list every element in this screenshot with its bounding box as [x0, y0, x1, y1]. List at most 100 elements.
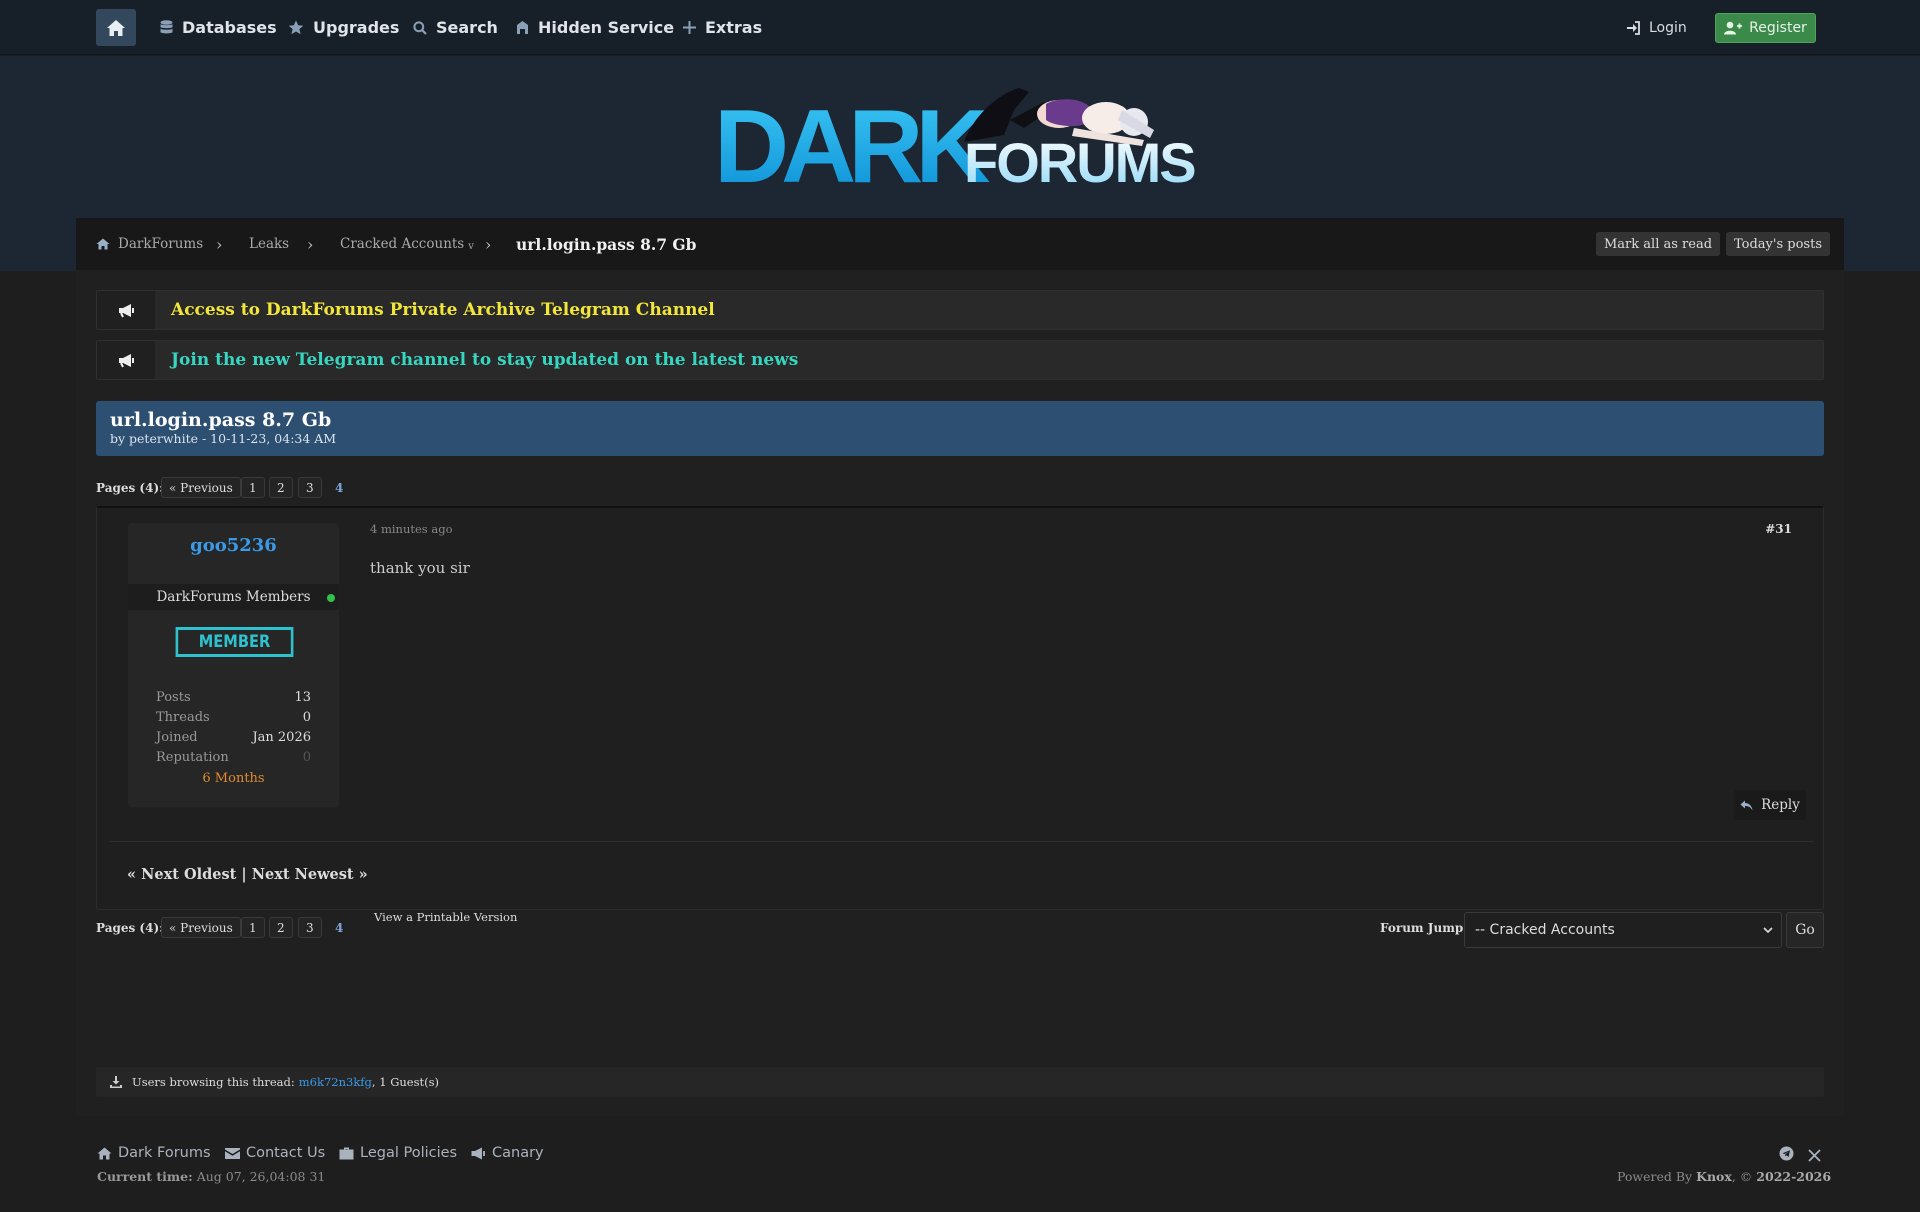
reply-icon	[1740, 800, 1753, 810]
stat-label: Posts	[156, 690, 191, 705]
membership-duration: 6 Months	[202, 771, 265, 786]
pagination-page[interactable]: 1	[241, 917, 265, 938]
x-social-icon[interactable]	[1808, 1147, 1821, 1166]
footer-link-label: Canary	[492, 1145, 544, 1161]
pagination-page[interactable]: 3	[298, 917, 322, 938]
stat-value: 0	[302, 710, 311, 725]
footer-link-legal-policies[interactable]: Legal Policies	[339, 1145, 457, 1161]
powered-by-prefix: Powered By	[1617, 1169, 1693, 1184]
breadcrumb-home[interactable]: DarkForums	[96, 218, 203, 270]
footer-link-label: Legal Policies	[360, 1145, 458, 1161]
pagination-label: Pages (4):	[96, 481, 164, 495]
footer-link-label: Dark Forums	[118, 1145, 211, 1161]
breadcrumb-current: url.login.pass 8.7 Gb	[516, 234, 697, 254]
nav-upgrades-label: Upgrades	[313, 18, 400, 37]
chevron-down-icon	[1763, 927, 1773, 934]
search-icon	[413, 20, 427, 35]
nav-databases[interactable]: Databases	[160, 0, 277, 55]
thread-byline: by peterwhite - 10-11-23, 04:34 AM	[110, 431, 337, 446]
powered-by: Powered By Knox, © 2022-2026	[1617, 1169, 1831, 1184]
breadcrumb-dropdown-marker[interactable]: v	[468, 241, 474, 252]
users-browsing: Users browsing this thread: m6k72n3kfg, 1…	[110, 1067, 439, 1097]
stat-value: 0	[302, 750, 311, 765]
pagination-page[interactable]: 2	[269, 917, 293, 938]
footer-link-contact-us[interactable]: Contact Us	[225, 1145, 325, 1161]
post-timestamp: 4 minutes ago	[370, 522, 453, 536]
login-label: Login	[1649, 19, 1687, 36]
nav-search-label: Search	[436, 18, 498, 37]
stat-label: Joined	[156, 730, 198, 745]
reply-button[interactable]: Reply	[1734, 790, 1806, 820]
pagination-page[interactable]: 1	[241, 477, 265, 498]
breadcrumb-leaks-label: Leaks	[249, 236, 290, 252]
post-author-name[interactable]: goo5236	[128, 535, 339, 556]
breadcrumb-cracked-label: Cracked Accounts	[340, 236, 465, 252]
copyright-years: 2022-2026	[1756, 1169, 1832, 1184]
login-link[interactable]: Login	[1626, 0, 1687, 55]
browsing-user-link[interactable]: m6k72n3kfg	[299, 1075, 372, 1089]
printable-version-link[interactable]: View a Printable Version	[374, 910, 517, 924]
nav-hidden-service[interactable]: Hidden Service	[516, 0, 674, 55]
current-time-value: Aug 07, 26,04:08 31	[196, 1169, 326, 1184]
breadcrumb-leaks[interactable]: Leaks	[249, 218, 289, 270]
pagination-previous[interactable]: « Previous	[161, 477, 241, 498]
announcement-banner[interactable]: Join the new Telegram channel to stay up…	[96, 340, 1824, 380]
megaphone-icon	[97, 341, 155, 379]
nav-hidden-service-label: Hidden Service	[538, 18, 675, 37]
database-icon	[160, 20, 173, 34]
megaphone-icon	[471, 1147, 485, 1159]
reply-label: Reply	[1761, 797, 1800, 813]
chevron-right-icon: ›	[307, 234, 314, 254]
breadcrumb-cracked-accounts[interactable]: Cracked Accounts v	[340, 218, 474, 270]
telegram-icon[interactable]	[1779, 1146, 1794, 1165]
post-divider	[110, 841, 1814, 842]
online-status-icon	[327, 594, 335, 602]
post-number[interactable]: #31	[1748, 522, 1792, 536]
download-icon	[110, 1076, 122, 1088]
pagination-label: Pages (4):	[96, 921, 164, 935]
svg-text:FORUMS: FORUMS	[964, 131, 1195, 190]
footer-link-dark-forums[interactable]: Dark Forums	[97, 1145, 211, 1161]
pagination-current: 4	[335, 920, 344, 935]
stat-label: Reputation	[156, 750, 229, 765]
post	[96, 506, 1824, 910]
current-time-label: Current time:	[97, 1169, 193, 1184]
add-user-icon	[1724, 21, 1743, 35]
stat-label: Threads	[156, 710, 210, 725]
star-icon	[288, 20, 304, 35]
footer-link-canary[interactable]: Canary	[471, 1145, 544, 1161]
login-icon	[1627, 20, 1640, 35]
mark-all-read-button[interactable]: Mark all as read	[1596, 232, 1721, 256]
pagination-page[interactable]: 2	[269, 477, 293, 498]
thread-navigation[interactable]: « Next Oldest | Next Newest »	[127, 866, 368, 883]
pagination-current: 4	[335, 480, 344, 495]
browsing-guests: , 1 Guest(s)	[371, 1075, 440, 1089]
announcement-banner[interactable]: Access to DarkForums Private Archive Tel…	[96, 290, 1824, 330]
powered-by-name[interactable]: Knox	[1696, 1169, 1732, 1184]
user-group: DarkForums Members	[156, 589, 311, 605]
home-button[interactable]	[96, 9, 136, 46]
nav-extras-label: Extras	[705, 18, 763, 37]
home-icon	[96, 238, 110, 250]
thread-header	[96, 401, 1824, 456]
todays-posts-button[interactable]: Today's posts	[1726, 232, 1830, 256]
forum-jump-select[interactable]: -- Cracked Accounts	[1464, 912, 1782, 948]
svg-text:DARK: DARK	[714, 89, 990, 190]
forum-jump-go-button[interactable]: Go	[1786, 912, 1824, 948]
pagination-previous[interactable]: « Previous	[161, 917, 241, 938]
chevron-right-icon: ›	[485, 234, 492, 254]
site-logo[interactable]: DARK FORUMS	[714, 80, 1204, 205]
nav-search[interactable]: Search	[413, 0, 498, 55]
megaphone-icon	[97, 291, 155, 329]
announcement-text: Access to DarkForums Private Archive Tel…	[171, 300, 715, 320]
stat-value: 13	[294, 690, 311, 705]
member-badge: MEMBER	[175, 627, 294, 657]
footer-link-label: Contact Us	[246, 1145, 326, 1161]
nav-upgrades[interactable]: Upgrades	[288, 0, 399, 55]
register-button[interactable]: Register	[1715, 13, 1816, 43]
envelope-icon	[225, 1147, 240, 1159]
pagination-page[interactable]: 3	[298, 477, 322, 498]
nav-extras[interactable]: Extras	[683, 0, 762, 55]
copyright-separator: , ©	[1731, 1169, 1753, 1184]
home-icon	[97, 1147, 112, 1159]
